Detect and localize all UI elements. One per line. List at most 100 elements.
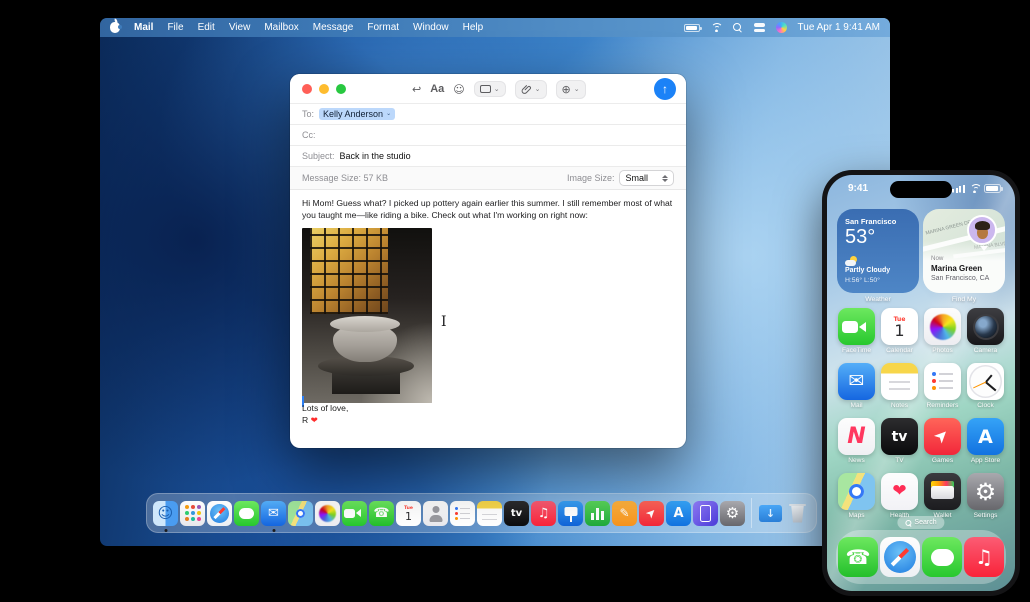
insert-menu-button[interactable]: ⊕ ⌄ xyxy=(555,79,586,99)
menu-app-mail[interactable]: Mail xyxy=(134,22,153,33)
dock-messages-icon[interactable] xyxy=(234,500,259,526)
findmy-city: San Francisco, CA xyxy=(931,275,990,282)
iphone-dock: ☎ ♫ xyxy=(836,530,1006,584)
menu-window[interactable]: Window xyxy=(413,22,449,33)
undo-icon[interactable]: ↩ xyxy=(412,84,421,95)
dock-pages-icon[interactable]: ✎ xyxy=(612,500,637,526)
iphone-clock: 9:41 xyxy=(848,183,869,194)
spotlight-search-pill[interactable]: Search xyxy=(897,516,945,529)
app-calendar-icon[interactable]: Tue 1 xyxy=(881,308,918,345)
menu-mailbox[interactable]: Mailbox xyxy=(264,22,298,33)
wifi-icon xyxy=(969,184,982,193)
app-facetime-icon[interactable] xyxy=(838,308,875,345)
iphone-dock-messages-icon[interactable] xyxy=(922,537,962,577)
find-my-widget[interactable]: MARINA GREEN DR MARINA BLVD Now Marina G… xyxy=(923,209,1005,293)
menu-message[interactable]: Message xyxy=(313,22,354,33)
window-titlebar[interactable]: ↩ Aa ☺ ⌄ ⌄ ⊕ ⌄ ↑ xyxy=(290,74,686,104)
dock-maps-icon[interactable] xyxy=(288,500,313,526)
ibeam-cursor: I xyxy=(441,314,447,330)
siri-icon[interactable] xyxy=(775,22,787,33)
dock-downloads-icon[interactable]: ↓ xyxy=(758,501,783,526)
to-label: To: xyxy=(302,109,315,119)
emoji-icon[interactable]: ☺ xyxy=(453,84,464,95)
signature-initial: R xyxy=(302,414,309,425)
dock-games-icon[interactable]: ➤ xyxy=(639,500,664,526)
app-wallet-icon[interactable] xyxy=(924,473,961,510)
menu-help[interactable]: Help xyxy=(463,22,484,33)
apple-menu-icon[interactable] xyxy=(110,22,122,33)
app-photos-icon[interactable] xyxy=(924,308,961,345)
app-notes-icon[interactable] xyxy=(881,363,918,400)
dock-finder-icon[interactable]: ☺ xyxy=(153,500,178,526)
app-maps-icon[interactable] xyxy=(838,473,875,510)
subject-value: Back in the studio xyxy=(339,151,411,161)
spotlight-icon[interactable] xyxy=(732,22,743,33)
control-center-icon[interactable] xyxy=(753,23,765,32)
app-camera-icon[interactable] xyxy=(967,308,1004,345)
minimize-window-button[interactable] xyxy=(319,84,329,94)
dock-reminders-icon[interactable] xyxy=(450,500,475,526)
battery-icon[interactable] xyxy=(683,23,702,32)
search-icon xyxy=(905,519,912,526)
zoom-window-button[interactable] xyxy=(336,84,346,94)
menu-format[interactable]: Format xyxy=(367,22,399,33)
dock-calendar-icon[interactable]: Tue 1 xyxy=(396,500,421,526)
weather-widget[interactable]: San Francisco 53° Partly Cloudy H:56° L:… xyxy=(837,209,919,293)
format-icon[interactable]: Aa xyxy=(430,83,444,95)
dock-system-settings-icon[interactable]: ⚙ xyxy=(720,500,745,526)
dock-numbers-icon[interactable] xyxy=(585,500,610,526)
menu-bar-clock[interactable]: Tue Apr 1 9:41 AM xyxy=(798,22,880,33)
app-health-icon[interactable]: ❤ xyxy=(881,473,918,510)
dock-launchpad-icon[interactable] xyxy=(180,500,205,526)
app-mail-icon[interactable]: ✉ xyxy=(838,363,875,400)
dock-music-icon[interactable]: ♫ xyxy=(531,500,556,526)
attach-button[interactable]: ⌄ xyxy=(514,79,547,99)
iphone-dock-music-icon[interactable]: ♫ xyxy=(964,537,1004,577)
app-games-icon[interactable]: ➤ xyxy=(924,418,961,455)
app-reminders-icon[interactable] xyxy=(924,363,961,400)
stepper-arrows-icon xyxy=(662,174,668,182)
app-settings-icon[interactable]: ⚙ xyxy=(967,473,1004,510)
app-appstore-icon[interactable]: A xyxy=(967,418,1004,455)
menu-edit[interactable]: Edit xyxy=(198,22,215,33)
attachment-photo-pottery[interactable] xyxy=(302,228,432,404)
dock-phone-icon[interactable]: ☎ xyxy=(369,500,394,526)
dock-contacts-icon[interactable] xyxy=(423,500,448,526)
mail-compose-window: ↩ Aa ☺ ⌄ ⌄ ⊕ ⌄ ↑ To: Kelly Anderson ⌄ Cc… xyxy=(290,74,686,448)
subject-label: Subject: xyxy=(302,151,335,161)
dock-divider xyxy=(751,498,752,528)
subject-field-row[interactable]: Subject: Back in the studio xyxy=(290,146,686,167)
dock-tv-icon[interactable]: tv xyxy=(504,500,529,526)
dock-safari-icon[interactable] xyxy=(207,500,232,526)
dock-mail-icon[interactable]: ✉ xyxy=(261,500,286,526)
search-label: Search xyxy=(914,519,937,526)
dock-photos-icon[interactable] xyxy=(315,500,340,526)
close-window-button[interactable] xyxy=(302,84,312,94)
app-news-icon[interactable]: N xyxy=(838,418,875,455)
app-clock-icon[interactable] xyxy=(967,363,1004,400)
dock-trash-icon[interactable] xyxy=(785,501,810,526)
menu-file[interactable]: File xyxy=(167,22,183,33)
photo-browser-button[interactable]: ⌄ xyxy=(473,81,506,97)
to-field-row[interactable]: To: Kelly Anderson ⌄ xyxy=(290,104,686,125)
message-size-text: Message Size: 57 KB xyxy=(302,173,389,183)
dock-iphone-mirroring-icon[interactable] xyxy=(693,500,718,526)
recipient-token[interactable]: Kelly Anderson ⌄ xyxy=(319,108,396,120)
chevron-down-icon: ⌄ xyxy=(493,85,500,93)
menu-view[interactable]: View xyxy=(229,22,251,33)
app-tv-icon[interactable]: tv xyxy=(881,418,918,455)
iphone-dock-safari-icon[interactable] xyxy=(880,537,920,577)
dock-facetime-icon[interactable] xyxy=(342,500,367,526)
heart-emoji: ❤ xyxy=(310,415,318,426)
dock-appstore-icon[interactable]: A xyxy=(666,500,691,526)
screenshot-stage: Mail File Edit View Mailbox Message Form… xyxy=(0,0,1030,602)
send-button[interactable]: ↑ xyxy=(654,78,676,100)
image-size-dropdown[interactable]: Small xyxy=(619,170,674,186)
wifi-icon[interactable] xyxy=(710,23,724,32)
dock-notes-icon[interactable] xyxy=(477,500,502,526)
cc-field-row[interactable]: Cc: xyxy=(290,125,686,146)
dock-keynote-icon[interactable] xyxy=(558,500,583,526)
app-grid: FaceTime Tue 1 Calendar Photos Camera ✉ Mai… xyxy=(835,308,1007,519)
message-body[interactable]: Hi Mom! Guess what? I picked up pottery … xyxy=(290,190,686,411)
iphone-dock-phone-icon[interactable]: ☎ xyxy=(838,537,878,577)
